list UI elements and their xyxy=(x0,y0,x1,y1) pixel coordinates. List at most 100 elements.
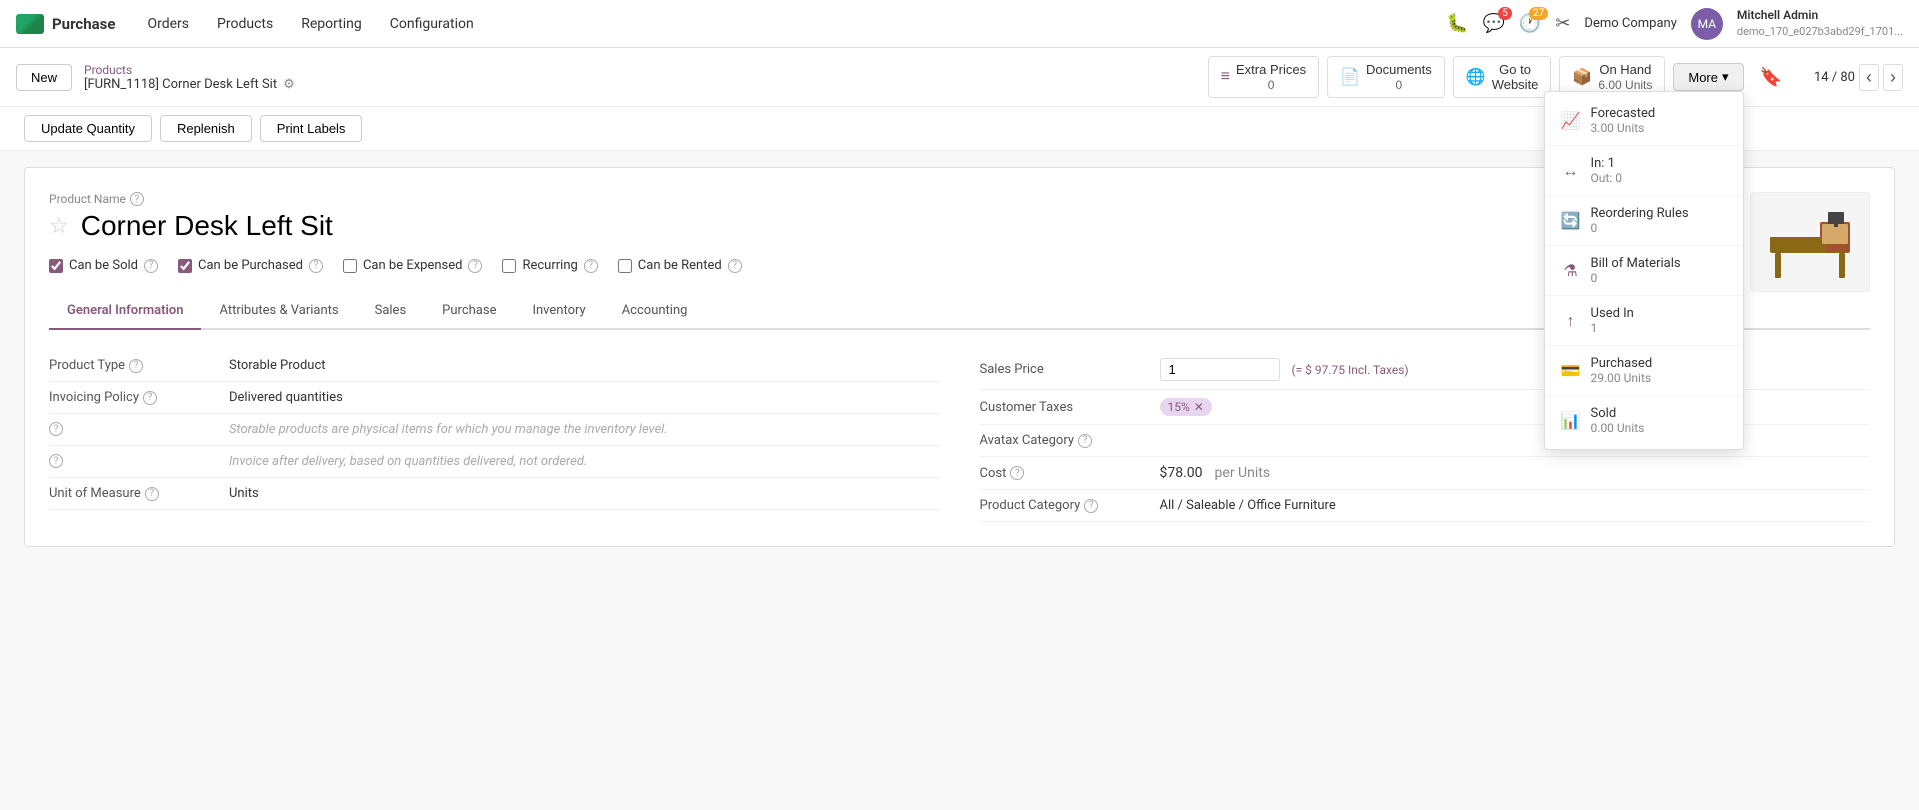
main-menu: Orders Products Reporting Configuration xyxy=(135,10,485,38)
tax-badge[interactable]: 15% ✕ xyxy=(1160,398,1212,416)
user-info: Mitchell Admin demo_170_e027b3abd29f_170… xyxy=(1737,7,1903,39)
action-bar: New Products [FURN_1118] Corner Desk Lef… xyxy=(0,48,1919,107)
can-be-sold-checkbox[interactable]: Can be Sold ? xyxy=(49,258,158,273)
update-quantity-button[interactable]: Update Quantity xyxy=(24,115,152,142)
product-type-label: Product Type ? xyxy=(49,358,229,373)
tab-inventory[interactable]: Inventory xyxy=(514,293,603,330)
menu-reporting[interactable]: Reporting xyxy=(289,10,374,38)
breadcrumb-title: [FURN_1118] Corner Desk Left Sit xyxy=(84,77,277,92)
storable-note-label: ? xyxy=(49,422,229,436)
incl-taxes-value[interactable]: (= $ 97.75 Incl. Taxes) xyxy=(1292,363,1409,377)
storable-note-help-icon[interactable]: ? xyxy=(49,422,63,436)
user-sub: demo_170_e027b3abd29f_1701... xyxy=(1737,24,1903,39)
prev-button[interactable]: ‹ xyxy=(1859,64,1879,91)
sold-value: 0.00 Units xyxy=(1591,421,1645,435)
cost-field: Cost ? $78.00 per Units xyxy=(980,457,1871,490)
cost-per-unit: per Units xyxy=(1215,465,1271,481)
wrench-icon[interactable]: ✂ xyxy=(1555,13,1570,34)
nav-count: 14 / 80 xyxy=(1814,70,1855,85)
new-button[interactable]: New xyxy=(16,64,72,91)
clock-badge: 27 xyxy=(1529,7,1548,20)
form-left: Product Type ? Storable Product Invoicin… xyxy=(49,350,940,522)
can-be-expensed-checkbox[interactable]: Can be Expensed ? xyxy=(343,258,483,273)
sales-price-input[interactable] xyxy=(1160,358,1280,381)
forecasted-value: 3.00 Units xyxy=(1591,121,1656,135)
top-icons: 🐛 💬 5 🕐 27 ✂ Demo Company MA Mitchell Ad… xyxy=(1446,7,1903,39)
company-area: Demo Company xyxy=(1584,16,1676,31)
product-category-help-icon[interactable]: ? xyxy=(1084,499,1098,513)
extra-prices-button[interactable]: ≡ Extra Prices0 xyxy=(1208,56,1319,98)
dropdown-purchased[interactable]: 💳 Purchased 29.00 Units xyxy=(1545,346,1743,396)
reorder-label: Reordering Rules xyxy=(1591,206,1689,221)
can-be-rented-checkbox[interactable]: Can be Rented ? xyxy=(618,258,742,273)
used-in-text: Used In 1 xyxy=(1591,306,1634,335)
recurring-checkbox[interactable]: Recurring ? xyxy=(502,258,597,273)
more-button[interactable]: More ▾ xyxy=(1673,63,1743,91)
top-navigation: Purchase Orders Products Reporting Confi… xyxy=(0,0,1919,48)
unit-of-measure-field: Unit of Measure ? Units xyxy=(49,478,940,510)
recurring-help-icon[interactable]: ? xyxy=(584,259,598,273)
tab-sales[interactable]: Sales xyxy=(357,293,425,330)
tab-purchase[interactable]: Purchase xyxy=(424,293,514,330)
replenish-button[interactable]: Replenish xyxy=(160,115,252,142)
breadcrumb-current: [FURN_1118] Corner Desk Left Sit ⚙ xyxy=(84,77,295,92)
settings-gear-icon[interactable]: ⚙ xyxy=(283,77,295,92)
product-type-help-icon[interactable]: ? xyxy=(129,359,143,373)
menu-orders[interactable]: Orders xyxy=(135,10,201,38)
bookmark-icon[interactable]: 🔖 xyxy=(1756,63,1786,92)
storable-note-value: Storable products are physical items for… xyxy=(229,422,940,437)
can-expensed-help-icon[interactable]: ? xyxy=(468,259,482,273)
chat-icon[interactable]: 💬 5 xyxy=(1482,13,1504,34)
product-name-help-icon[interactable]: ? xyxy=(130,192,144,206)
bom-label: Bill of Materials xyxy=(1591,256,1681,271)
bom-count: 0 xyxy=(1591,271,1681,285)
invoice-note-label: ? xyxy=(49,454,229,468)
uom-help-icon[interactable]: ? xyxy=(145,487,159,501)
tab-accounting[interactable]: Accounting xyxy=(604,293,706,330)
can-purchased-help-icon[interactable]: ? xyxy=(309,259,323,273)
go-to-website-button[interactable]: 🌐 Go toWebsite xyxy=(1453,56,1552,98)
can-sold-help-icon[interactable]: ? xyxy=(144,259,158,273)
tax-remove-icon[interactable]: ✕ xyxy=(1194,400,1204,414)
purchased-label: Purchased xyxy=(1591,356,1653,371)
more-dropdown-container: More ▾ 📈 Forecasted 3.00 Units ↔ In: 1 O… xyxy=(1673,63,1743,91)
extra-prices-icon: ≡ xyxy=(1221,68,1230,86)
next-button[interactable]: › xyxy=(1883,64,1903,91)
dropdown-in-out[interactable]: ↔ In: 1 Out: 0 xyxy=(1545,146,1743,196)
dropdown-reordering-rules[interactable]: 🔄 Reordering Rules 0 xyxy=(1545,196,1743,246)
favorite-star-icon[interactable]: ☆ xyxy=(49,214,69,239)
breadcrumb-parent[interactable]: Products xyxy=(84,63,295,77)
avatax-label: Avatax Category ? xyxy=(980,433,1160,448)
cost-value: $78.00 xyxy=(1160,465,1203,481)
documents-button[interactable]: 📄 Documents0 xyxy=(1327,56,1445,98)
clock-icon[interactable]: 🕐 27 xyxy=(1519,13,1541,34)
can-rented-help-icon[interactable]: ? xyxy=(728,259,742,273)
dropdown-sold[interactable]: 📊 Sold 0.00 Units xyxy=(1545,396,1743,445)
more-chevron-icon: ▾ xyxy=(1722,69,1729,85)
menu-products[interactable]: Products xyxy=(205,10,285,38)
sold-icon: 📊 xyxy=(1561,411,1581,430)
invoice-note-value: Invoice after delivery, based on quantit… xyxy=(229,454,940,469)
tab-general-information[interactable]: General Information xyxy=(49,293,201,330)
tab-attributes-variants[interactable]: Attributes & Variants xyxy=(201,293,356,330)
dropdown-forecasted[interactable]: 📈 Forecasted 3.00 Units xyxy=(1545,96,1743,146)
dropdown-bom[interactable]: ⚗ Bill of Materials 0 xyxy=(1545,246,1743,296)
reorder-icon: 🔄 xyxy=(1561,211,1581,230)
app-logo[interactable]: Purchase xyxy=(16,14,115,34)
invoicing-help-icon[interactable]: ? xyxy=(143,391,157,405)
print-labels-button[interactable]: Print Labels xyxy=(260,115,363,142)
product-image[interactable] xyxy=(1750,192,1870,292)
cost-help-icon[interactable]: ? xyxy=(1010,466,1024,480)
can-be-purchased-checkbox[interactable]: Can be Purchased ? xyxy=(178,258,323,273)
user-avatar[interactable]: MA xyxy=(1691,8,1723,40)
avatax-help-icon[interactable]: ? xyxy=(1078,434,1092,448)
dropdown-used-in[interactable]: ↑ Used In 1 xyxy=(1545,296,1743,346)
bug-icon[interactable]: 🐛 xyxy=(1446,13,1468,34)
invoice-note-help-icon[interactable]: ? xyxy=(49,454,63,468)
menu-configuration[interactable]: Configuration xyxy=(378,10,486,38)
cost-label: Cost ? xyxy=(980,466,1160,481)
used-in-count: 1 xyxy=(1591,321,1634,335)
documents-icon: 📄 xyxy=(1340,67,1360,87)
sales-price-label: Sales Price xyxy=(980,362,1160,377)
storable-note-field: ? Storable products are physical items f… xyxy=(49,414,940,446)
